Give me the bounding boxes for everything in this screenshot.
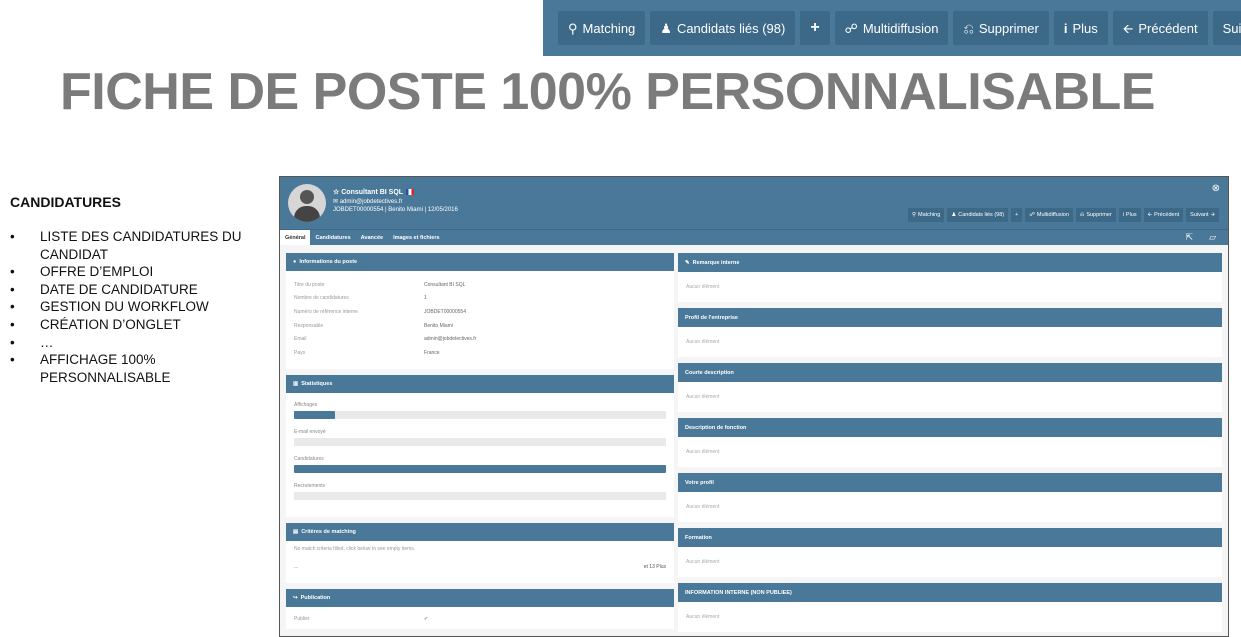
trash-icon: ⎌ — [1079, 211, 1085, 218]
matching-panel-title: Critères de matching — [301, 529, 356, 535]
mini-matching-button[interactable]: ⚲ Matching — [907, 208, 945, 222]
next-button[interactable]: Suivant🡪 — [1212, 11, 1241, 45]
short-description-panel: Courte description Aucun élément — [678, 363, 1222, 412]
users-icon: ♟ — [660, 20, 672, 36]
delete-button[interactable]: ⎌ Supprimer — [953, 11, 1049, 45]
stat-item: Affichages — [294, 402, 666, 419]
tab-bar: Général Candidatures Avancée Images et f… — [280, 229, 1228, 246]
avatar — [288, 184, 326, 222]
arrow-right-icon: 🡪 — [1210, 211, 1215, 218]
info-row: Nombre de candidatures 1 — [294, 295, 427, 302]
trash-icon: ⎌ — [963, 20, 974, 36]
training-panel: Formation Aucun élément — [678, 528, 1222, 577]
stat-item: E-mail envoyé — [294, 429, 666, 446]
stat-item: Candidatures — [294, 456, 666, 473]
mini-more-button[interactable]: i Plus — [1118, 208, 1141, 222]
mail-icon: ✉ — [333, 199, 339, 205]
external-link-icon[interactable]: ⇱ — [1186, 232, 1194, 243]
page-title: FICHE DE POSTE 100% PERSONNALISABLE — [60, 63, 1155, 121]
mini-add-button[interactable]: + — [1011, 208, 1023, 222]
info-icon: i — [1063, 20, 1068, 36]
list-item: LISTE DES CANDIDATURES DU CANDIDAT — [10, 228, 260, 263]
matching-panel: ▤ Critères de matching No match criteria … — [286, 523, 674, 583]
mini-delete-button[interactable]: ⎌ Supprimer — [1075, 208, 1116, 222]
list-item: DATE DE CANDIDATURE — [10, 281, 260, 299]
star-icon[interactable]: ☆ — [333, 189, 339, 196]
tab-general[interactable]: Général — [280, 229, 311, 246]
users-icon: ♟ — [951, 212, 957, 218]
your-profile-panel: Votre profil Aucun élément — [678, 473, 1222, 522]
app-body: ● Informations du poste Titre du poste Con… — [280, 245, 1228, 636]
job-description-panel: Description de fonction Aucun élément — [678, 418, 1222, 467]
info-icon: i — [1122, 212, 1124, 218]
list-item: GESTION DU WORKFLOW — [10, 298, 260, 316]
job-email: admin@jobdetectives.fr — [339, 199, 403, 205]
search-icon: ⚲ — [911, 212, 916, 218]
matching-note: No match criteria filled, click below to… — [294, 546, 416, 552]
stat-item: Recrutements — [294, 483, 666, 500]
multidiffusion-button[interactable]: ☍ Multidiffusion — [834, 11, 949, 45]
plus-icon: + — [1015, 212, 1019, 218]
list-icon: ▤ — [293, 529, 299, 535]
info-row: Numéro de référence interne JOBDET0000055… — [294, 308, 466, 315]
matching-ellipsis[interactable]: ... — [294, 564, 298, 570]
matching-button[interactable]: ⚲ Matching — [558, 11, 646, 45]
info-row: Responsable Benito Miami — [294, 322, 453, 329]
info-row: Email admin@jobdetectives.fr — [294, 336, 477, 343]
internal-note-panel: ✎ Remarque interne Aucun élément — [678, 253, 1222, 302]
stats-panel: ▥ Statistiques Affichages E-mail envoyé C… — [286, 375, 674, 517]
mini-next-button[interactable]: Suivant 🡪 — [1186, 208, 1219, 222]
share-icon: ☍ — [1029, 212, 1035, 218]
mini-toolbar: ⚲ Matching ♟ Candidats liés (98) + ☍ Multid… — [907, 208, 1219, 222]
publication-panel: ↪ Publication Publier ✔ — [286, 589, 674, 629]
close-icon[interactable]: ⊗ — [1212, 183, 1220, 194]
more-button[interactable]: i Plus — [1053, 11, 1108, 45]
share-arrow-icon: ↪ — [293, 595, 298, 601]
mini-linked-candidates-button[interactable]: ♟ Candidats liés (98) — [947, 208, 1009, 222]
job-reference: JOBDET00000554 | Benito Miami | 12/05/20… — [333, 207, 458, 213]
internal-info-panel: INFORMATION INTERNE (NON PUBLIEE) Aucun é… — [678, 583, 1222, 632]
info-panel-title: Informations du poste — [299, 259, 358, 265]
plus-icon: + — [810, 19, 820, 36]
search-icon: ⚲ — [568, 20, 578, 36]
stat-bar — [294, 465, 666, 473]
list-item: CRÉATION D’ONGLET — [10, 316, 260, 334]
app-window: ☆ Consultant BI SQL ✉ admin@jobdetective… — [279, 176, 1229, 637]
info-row: Pays France — [294, 349, 440, 356]
tab-candidatures[interactable]: Candidatures — [310, 230, 355, 246]
app-header: ☆ Consultant BI SQL ✉ admin@jobdetective… — [280, 177, 1228, 229]
list-item: … — [10, 334, 260, 352]
mini-previous-button[interactable]: 🡨 Précédent — [1143, 208, 1184, 222]
france-flag-icon — [406, 189, 415, 196]
publication-panel-title: Publication — [300, 595, 331, 601]
feature-list: CANDIDATURES LISTE DES CANDIDATURES DU C… — [10, 194, 260, 386]
job-title: Consultant BI SQL — [341, 189, 404, 196]
bar-chart-icon: ▥ — [293, 381, 299, 387]
info-panel: ● Informations du poste Titre du poste Con… — [286, 253, 674, 369]
company-profile-panel: Profil de l'entreprise Aucun élément — [678, 308, 1222, 357]
linked-candidates-button[interactable]: ♟ Candidats liés (98) — [650, 11, 796, 45]
mini-multidiffusion-button[interactable]: ☍ Multidiffusion — [1025, 208, 1073, 222]
info-circle-icon: ● — [293, 259, 297, 265]
previous-button[interactable]: 🡨 Précédent — [1112, 11, 1208, 45]
stat-bar — [294, 411, 335, 419]
feature-list-heading: CANDIDATURES — [10, 194, 121, 210]
list-item: AFFICHAGE 100% PERSONNALISABLE — [10, 351, 260, 386]
arrow-left-icon: 🡨 — [1147, 211, 1153, 218]
tab-avancee[interactable]: Avancée — [356, 230, 388, 246]
top-toolbar: ⚲ Matching ♟ Candidats liés (98) + ☍ Multid… — [543, 0, 1241, 56]
list-item: OFFRE D’EMPLOI — [10, 263, 260, 281]
tab-images-fichiers[interactable]: Images et fichiers — [388, 230, 444, 246]
matching-more-link[interactable]: et 13 Plus — [644, 564, 666, 570]
add-button[interactable]: + — [800, 11, 830, 45]
info-row: Titre du poste Consultant BI SQL — [294, 281, 466, 288]
pencil-icon: ✎ — [685, 259, 690, 266]
folder-open-icon[interactable]: ▱ — [1209, 232, 1216, 243]
arrow-left-icon: 🡨 — [1122, 20, 1134, 36]
share-icon: ☍ — [844, 20, 858, 36]
check-icon[interactable]: ✔ — [424, 616, 428, 622]
stats-panel-title: Statistiques — [301, 381, 333, 387]
